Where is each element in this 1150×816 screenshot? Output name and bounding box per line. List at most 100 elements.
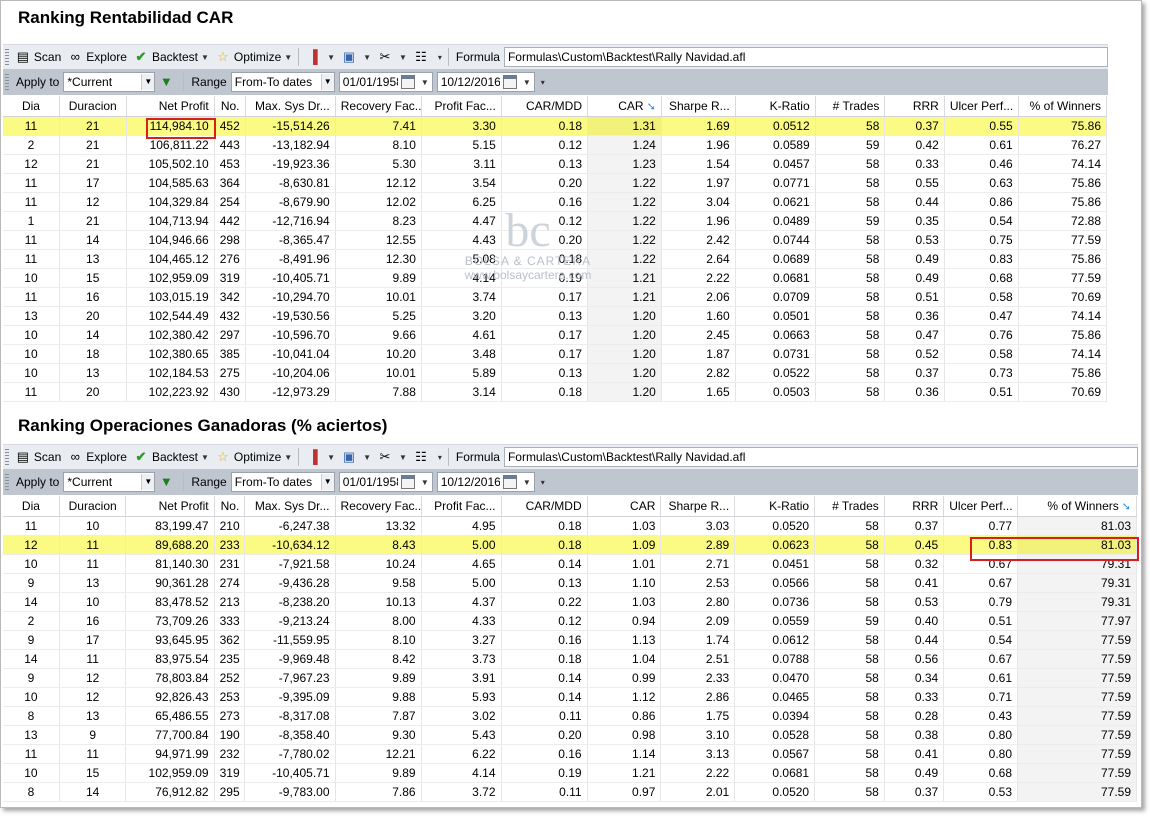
apply-to-select[interactable]: *Current ▼ xyxy=(63,72,156,92)
table-row[interactable]: 11 16 103,015.19 342 -10,294.70 10.01 3.74 0.17… xyxy=(3,287,1108,307)
table-row[interactable]: 10 15 102,959.09 319 -10,405.71 9.89 4.14 0.19 1… xyxy=(3,268,1108,288)
header-col-winners[interactable]: % of Winners ➘ xyxy=(1017,496,1137,517)
header-col-trades[interactable]: # Trades xyxy=(815,96,886,117)
parameters-button[interactable]: ☷ xyxy=(410,447,435,467)
from-date-picker[interactable]: 01/01/1958 ▼ xyxy=(338,72,433,92)
header-col-max-sys-dd[interactable]: Max. Sys Dr... xyxy=(244,496,336,517)
cell-car: 1.23 xyxy=(587,154,662,174)
table-row[interactable]: 12 11 89,688.20 233 -10,634.12 8.43 5.00 0.18 1.… xyxy=(3,535,1137,555)
table-row[interactable]: 2 16 73,709.26 333 -9,213.24 8.00 4.33 0.12 0.94… xyxy=(3,611,1137,631)
toolbar-overflow-icon[interactable]: ▾ xyxy=(438,53,442,62)
header-col-ulcer-perf[interactable]: Ulcer Perf... xyxy=(943,496,1019,517)
settings-button[interactable]: ✂ ▼ xyxy=(374,47,410,67)
parameters-button[interactable]: ☷ xyxy=(410,47,435,67)
header-col-rrr[interactable]: RRR xyxy=(884,96,945,117)
table-row[interactable]: 11 12 104,329.84 254 -8,679.90 12.02 6.25 0.16 1… xyxy=(3,192,1108,212)
table-row[interactable]: 10 14 102,380.42 297 -10,596.70 9.66 4.61 0.17 1… xyxy=(3,325,1108,345)
toolbar-overflow-icon[interactable]: ▾ xyxy=(541,78,545,87)
table-row[interactable]: 10 11 81,140.30 231 -7,921.58 10.24 4.65 0.14 1.… xyxy=(3,554,1137,574)
optimize-button[interactable]: ☆ Optimize ▼ xyxy=(212,47,295,67)
table-row[interactable]: 14 11 83,975.54 235 -9,969.48 8.42 3.73 0.18 1.0… xyxy=(3,649,1137,669)
scan-button[interactable]: ▤ Scan xyxy=(12,447,64,467)
filter-button[interactable]: ▼ xyxy=(155,472,180,492)
header-col-winners[interactable]: % of Winners xyxy=(1018,96,1108,117)
header-col-max-sys-dd[interactable]: Max. Sys Dr... xyxy=(245,96,336,117)
formula-path-field[interactable]: Formulas\Custom\Backtest\Rally Navidad.a… xyxy=(503,447,1138,467)
window-layout-button[interactable]: ▣ ▼ xyxy=(338,47,374,67)
table-row[interactable]: 12 21 105,502.10 453 -19,923.36 5.30 3.11 0.13 1… xyxy=(3,154,1108,174)
header-col-rrr[interactable]: RRR xyxy=(884,496,945,517)
table-row[interactable]: 1 21 104,713.94 442 -12,716.94 8.23 4.47 0.12 1.… xyxy=(3,211,1108,231)
table-row[interactable]: 11 17 104,585.63 364 -8,630.81 12.12 3.54 0.20 1… xyxy=(3,173,1108,193)
table-row[interactable]: 9 12 78,803.84 252 -7,967.23 9.89 3.91 0.14 0.99… xyxy=(3,668,1137,688)
table-row[interactable]: 2 21 106,811.22 443 -13,182.94 8.10 5.15 0.12 1.… xyxy=(3,135,1108,155)
header-col-no[interactable]: No. xyxy=(214,496,246,517)
table-row[interactable]: 9 17 93,645.95 362 -11,559.95 8.10 3.27 0.16 1.1… xyxy=(3,630,1137,650)
table-row[interactable]: 13 20 102,544.49 432 -19,530.56 5.25 3.20 0.13 1… xyxy=(3,306,1108,326)
backtest-button[interactable]: ✔ Backtest ▼ xyxy=(130,447,212,467)
table-row[interactable]: 11 14 104,946.66 298 -8,365.47 12.55 4.43 0.20 1… xyxy=(3,230,1108,250)
header-col-dia[interactable]: Dia xyxy=(3,496,60,517)
header-col-no[interactable]: No. xyxy=(214,96,246,117)
to-date-picker[interactable]: 10/12/2016 ▼ xyxy=(436,72,535,92)
header-col-profit-factor[interactable]: Profit Fac... xyxy=(421,96,502,117)
toolbar-overflow-icon[interactable]: ▾ xyxy=(438,453,442,462)
filter-button[interactable]: ▼ xyxy=(155,72,180,92)
header-col-sharpe-ratio[interactable]: Sharpe R... xyxy=(660,496,736,517)
header-col-duracion[interactable]: Duracion xyxy=(59,96,127,117)
header-col-net-profit[interactable]: Net Profit xyxy=(125,496,215,517)
range-select[interactable]: From-To dates ▼ xyxy=(230,472,335,492)
table-row[interactable]: 8 14 76,912.82 295 -9,783.00 7.86 3.72 0.11 0.97… xyxy=(3,782,1137,802)
range-select[interactable]: From-To dates ▼ xyxy=(230,72,335,92)
from-date-picker[interactable]: 01/01/1958 ▼ xyxy=(338,472,433,492)
report-chart-button[interactable]: ▐ ▼ xyxy=(302,47,338,67)
header-col-profit-factor[interactable]: Profit Fac... xyxy=(421,496,502,517)
header-col-car[interactable]: CAR ➘ xyxy=(587,96,662,117)
header-col-duracion[interactable]: Duracion xyxy=(59,496,127,517)
report-chart-button[interactable]: ▐ ▼ xyxy=(302,447,338,467)
header-col-sharpe-ratio[interactable]: Sharpe R... xyxy=(661,96,736,117)
to-date-picker[interactable]: 10/12/2016 ▼ xyxy=(436,472,535,492)
table-row[interactable]: 10 15 102,959.09 319 -10,405.71 9.89 4.14 0.19 1… xyxy=(3,763,1137,783)
header-col-car-mdd[interactable]: CAR/MDD xyxy=(501,496,588,517)
backtest-button[interactable]: ✔ Backtest ▼ xyxy=(130,47,212,67)
toolbar-overflow-icon[interactable]: ▾ xyxy=(541,478,545,487)
header-col-ulcer-perf[interactable]: Ulcer Perf... xyxy=(944,96,1019,117)
optimize-button[interactable]: ☆ Optimize ▼ xyxy=(212,447,295,467)
apply-to-select[interactable]: *Current ▼ xyxy=(63,472,156,492)
settings-button[interactable]: ✂ ▼ xyxy=(374,447,410,467)
header-col-k-ratio[interactable]: K-Ratio xyxy=(735,96,816,117)
cell-duracion: 13 xyxy=(59,573,127,593)
table-row[interactable]: 9 13 90,361.28 274 -9,436.28 9.58 5.00 0.13 1.10… xyxy=(3,573,1137,593)
table-row[interactable]: 10 13 102,184.53 275 -10,204.06 10.01 5.89 0.13… xyxy=(3,363,1108,383)
header-col-car[interactable]: CAR xyxy=(587,496,662,517)
header-col-recovery-factor[interactable]: Recovery Fac... xyxy=(335,96,422,117)
toolbar-grip[interactable] xyxy=(5,449,9,465)
table-row[interactable]: 11 20 102,223.92 430 -12,973.29 7.88 3.14 0.18 1… xyxy=(3,382,1108,402)
table-row[interactable]: 10 12 92,826.43 253 -9,395.09 9.88 5.93 0.14 1.1… xyxy=(3,687,1137,707)
header-col-recovery-factor[interactable]: Recovery Fac... xyxy=(335,496,422,517)
formula-path-field[interactable]: Formulas\Custom\Backtest\Rally Navidad.a… xyxy=(503,47,1109,67)
header-col-trades[interactable]: # Trades xyxy=(814,496,885,517)
toolbar-grip[interactable] xyxy=(5,49,9,65)
scan-button[interactable]: ▤ Scan xyxy=(12,47,64,67)
table-row[interactable]: 11 11 94,971.99 232 -7,780.02 12.21 6.22 0.16 1.… xyxy=(3,744,1137,764)
header-col-dia[interactable]: Dia xyxy=(3,96,60,117)
header-col-k-ratio[interactable]: K-Ratio xyxy=(734,496,816,517)
table-row[interactable]: 11 13 104,465.12 276 -8,491.96 12.30 5.08 0.18 1… xyxy=(3,249,1108,269)
header-col-net-profit[interactable]: Net Profit xyxy=(126,96,215,117)
table-row[interactable]: 13 9 77,700.84 190 -8,358.40 9.30 5.43 0.20 0.98… xyxy=(3,725,1137,745)
table-row[interactable]: 10 18 102,380.65 385 -10,041.04 10.20 3.48 0.17… xyxy=(3,344,1108,364)
chevron-down-icon: ▼ xyxy=(284,452,293,462)
window-layout-button[interactable]: ▣ ▼ xyxy=(338,447,374,467)
toolbar-grip[interactable] xyxy=(5,474,9,490)
explore-button[interactable]: ∞ Explore xyxy=(64,447,130,467)
table-row[interactable]: 8 13 65,486.55 273 -8,317.08 7.87 3.02 0.11 0.86… xyxy=(3,706,1137,726)
table-row[interactable]: 11 10 83,199.47 210 -6,247.38 13.32 4.95 0.18 1.… xyxy=(3,516,1137,536)
table-row[interactable]: 14 10 83,478.52 213 -8,238.20 10.13 4.37 0.22 1.… xyxy=(3,592,1137,612)
toolbar-grip[interactable] xyxy=(5,74,9,90)
cell-car: 1.22 xyxy=(587,230,662,250)
table-row[interactable]: 11 21 114,984.10 452 -15,514.26 7.41 3.30 0.18 1… xyxy=(3,116,1108,136)
header-col-car-mdd[interactable]: CAR/MDD xyxy=(501,96,589,117)
explore-button[interactable]: ∞ Explore xyxy=(64,47,130,67)
